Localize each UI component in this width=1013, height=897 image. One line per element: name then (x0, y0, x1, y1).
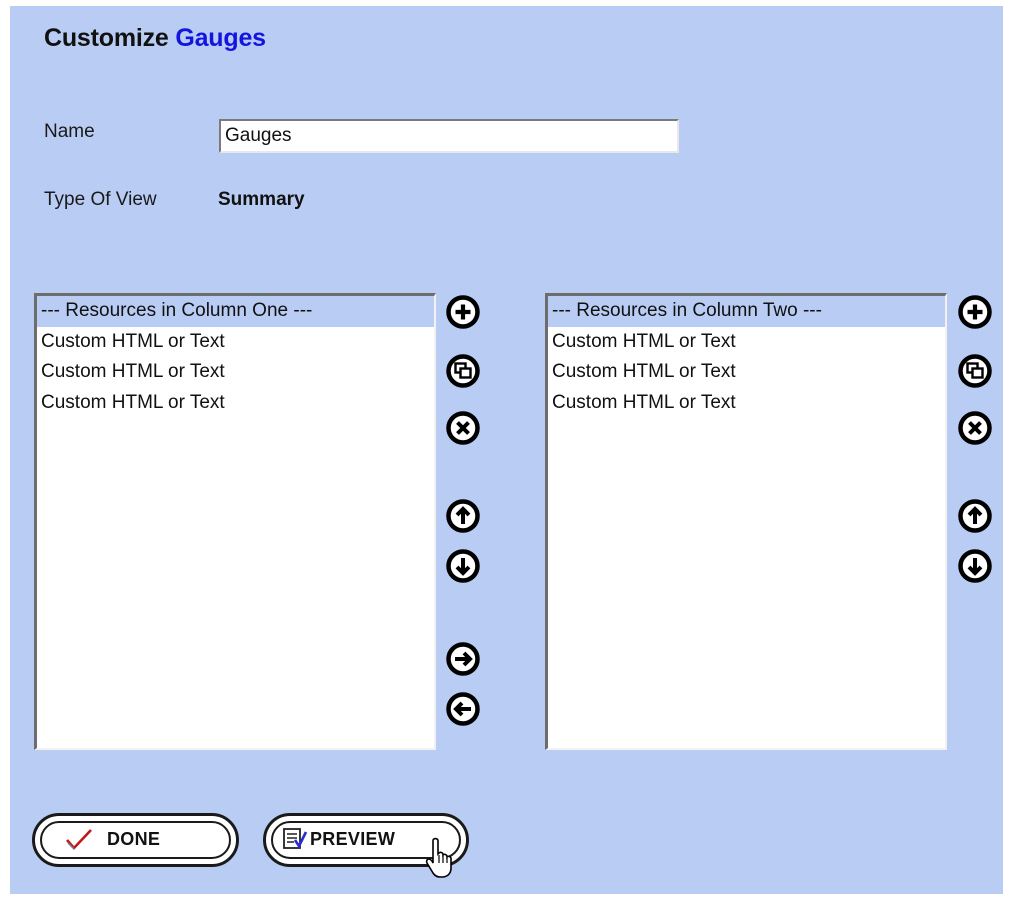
x-circle-icon[interactable] (446, 411, 480, 445)
preview-button-label: PREVIEW (310, 829, 396, 849)
title-accent: Gauges (175, 24, 266, 52)
copy-circle-icon[interactable] (446, 354, 480, 388)
column-one-header-option[interactable]: --- Resources in Column One --- (37, 296, 434, 327)
column-two-listbox[interactable]: --- Resources in Column Two --- Custom H… (545, 293, 947, 750)
column-two-header-option[interactable]: --- Resources in Column Two --- (548, 296, 945, 327)
type-of-view-value: Summary (218, 189, 305, 210)
copy-circle-icon[interactable] (958, 354, 992, 388)
name-label: Name (44, 121, 95, 142)
list-item[interactable]: Custom HTML or Text (548, 357, 945, 388)
hand-pointer-cursor-icon (425, 836, 459, 880)
arrow-right-circle-icon[interactable] (446, 642, 480, 676)
column-one-listbox[interactable]: --- Resources in Column One --- Custom H… (34, 293, 436, 750)
checkmark-icon (65, 827, 93, 856)
done-button-label: DONE (107, 829, 161, 849)
name-input[interactable] (219, 119, 679, 153)
list-item[interactable]: Custom HTML or Text (548, 327, 945, 358)
arrow-left-circle-icon[interactable] (446, 692, 480, 726)
arrow-down-circle-icon[interactable] (446, 549, 480, 583)
preview-document-icon (282, 827, 308, 856)
arrow-up-circle-icon[interactable] (958, 499, 992, 533)
plus-circle-icon[interactable] (446, 295, 480, 329)
title-prefix: Customize (44, 24, 169, 52)
plus-circle-icon[interactable] (958, 295, 992, 329)
list-item[interactable]: Custom HTML or Text (548, 388, 945, 419)
list-item[interactable]: Custom HTML or Text (37, 357, 434, 388)
page-title: Customize Gauges (44, 24, 266, 53)
arrow-up-circle-icon[interactable] (446, 499, 480, 533)
customize-panel: Customize Gauges Name Type Of View Summa… (10, 6, 1003, 894)
arrow-down-circle-icon[interactable] (958, 549, 992, 583)
done-button[interactable]: DONE (32, 813, 239, 867)
type-of-view-label: Type Of View (44, 189, 157, 210)
x-circle-icon[interactable] (958, 411, 992, 445)
list-item[interactable]: Custom HTML or Text (37, 388, 434, 419)
list-item[interactable]: Custom HTML or Text (37, 327, 434, 358)
